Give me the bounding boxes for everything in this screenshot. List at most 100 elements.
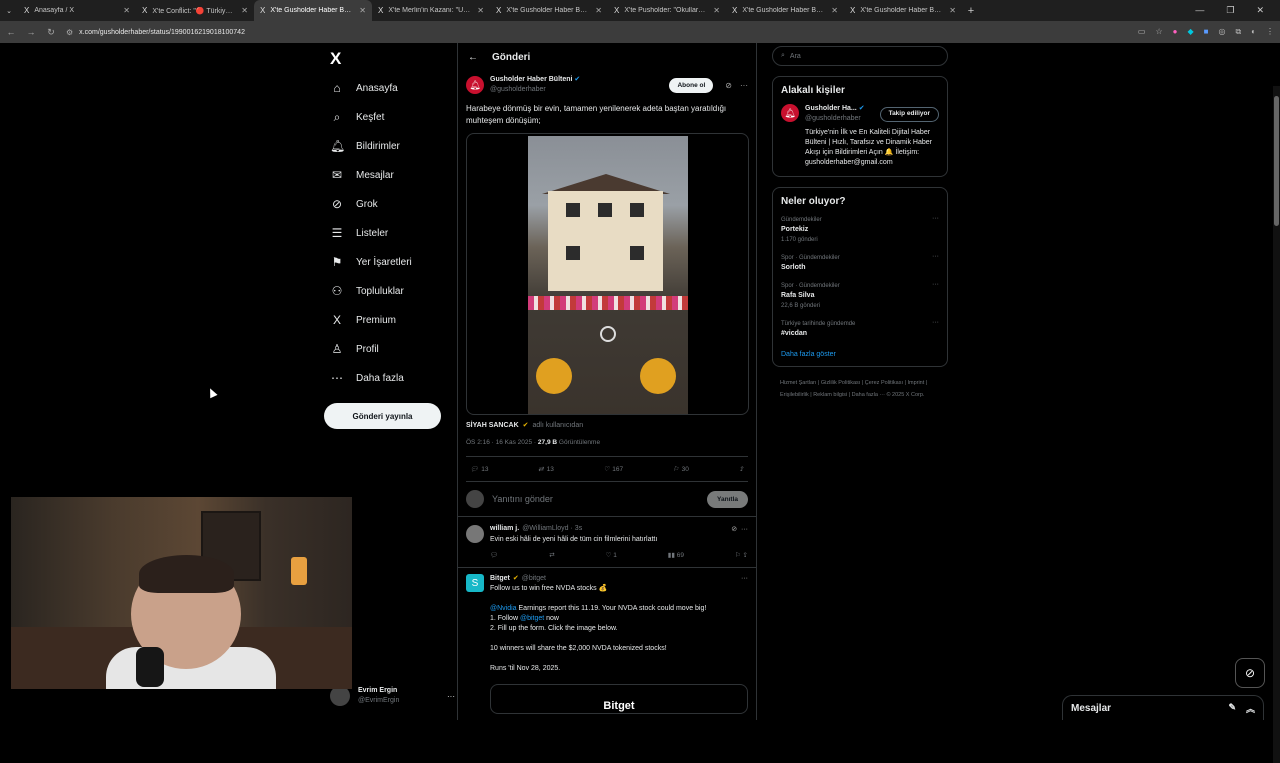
trend-name[interactable]: Rafa Silva (781, 291, 840, 301)
trend-item[interactable]: Gündemdekiler Portekiz 1.170 gönderi ··· (781, 215, 939, 245)
browser-tab[interactable]: X X'te Pusholder: "Okullarda ara ✕ (608, 0, 726, 21)
nav-item-daha-fazla[interactable]: ⋯ Daha fazla (330, 368, 404, 388)
tab-title[interactable]: X'te Conflict: "🔴 Türkiye geneli (152, 7, 236, 15)
extension-icon[interactable]: ■ (1204, 27, 1209, 37)
bookmark-share-icons[interactable]: ⚐ ⇪ (735, 551, 748, 559)
more-icon[interactable]: ··· (447, 692, 455, 701)
close-tab-icon[interactable]: ✕ (241, 6, 248, 15)
nav-item-bildirimler[interactable]: 🔔︎ Bildirimler (330, 136, 400, 156)
nav-item-grok[interactable]: ⊘ Grok (330, 194, 378, 214)
chevron-up-icon[interactable]: ︽ (1246, 702, 1255, 715)
reply-submit-button[interactable]: Yanıtla (707, 490, 748, 508)
reply-tweet[interactable]: william j. @WilliamLloyd · 3s ⊘ ··· Evin… (458, 517, 756, 568)
trend-item[interactable]: Spor · Gündemdekiler Rafa Silva 22,6 B gön… (781, 281, 939, 311)
forward-icon[interactable]: → (26, 27, 36, 37)
tweet-video[interactable] (466, 133, 749, 415)
browser-tab[interactable]: X X'te Gusholder Haber Bülteni: ✕ (254, 0, 372, 21)
reply-button[interactable]: 💬︎ 13 (470, 465, 489, 474)
url-text[interactable]: x.com/gusholderhaber/status/199001621901… (79, 29, 245, 36)
nav-label[interactable]: Topluluklar (356, 286, 404, 297)
nav-label[interactable]: Keşfet (356, 112, 384, 123)
grok-icon[interactable]: ⊘ (725, 81, 732, 90)
close-tab-icon[interactable]: ✕ (595, 6, 602, 15)
ad-card[interactable]: Bitget (490, 684, 748, 714)
nav-item-topluluklar[interactable]: ⚇ Topluluklar (330, 281, 404, 301)
browser-tab[interactable]: X X'te Gusholder Haber Bülteni: ✕ (844, 0, 962, 21)
browser-tab[interactable]: X Anasayfa / X ✕ (18, 0, 136, 21)
trend-name[interactable]: Portekiz (781, 225, 822, 235)
footer-links[interactable]: Hizmet Şartları | Gizlilik Politikası | … (772, 377, 948, 401)
trend-name[interactable]: Sorloth (781, 263, 840, 273)
tab-title[interactable]: X'te Pusholder: "Okullarda ara (624, 7, 708, 14)
nav-item-profil[interactable]: ♙ Profil (330, 339, 379, 359)
more-icon[interactable]: ··· (740, 81, 748, 90)
tweet-author-handle[interactable]: @gusholderhaber (490, 85, 580, 95)
nav-label[interactable]: Mesajlar (356, 170, 394, 181)
close-window-icon[interactable]: ✕ (1256, 5, 1264, 16)
browser-tab[interactable]: X X'te Gusholder Haber Bülteni: ✕ (490, 0, 608, 21)
trend-item[interactable]: Türkiye tarihinde gündemde #vicdan ··· (781, 319, 939, 339)
menu-icon[interactable]: ⋮ (1266, 27, 1274, 37)
close-tab-icon[interactable]: ✕ (359, 6, 366, 15)
tweet-author-name[interactable]: Gusholder Haber Bülteni (490, 76, 572, 83)
reply-input[interactable]: Yanıtını gönder (492, 494, 699, 504)
nav-item-premium[interactable]: X Premium (330, 310, 396, 330)
site-info-icon[interactable]: ⚙ (66, 28, 73, 37)
search-input[interactable]: ⌕ Ara (772, 46, 948, 66)
reload-icon[interactable]: ↻ (46, 27, 56, 38)
close-tab-icon[interactable]: ✕ (123, 6, 130, 15)
tab-title[interactable]: X'te Gusholder Haber Bülteni: (860, 7, 944, 14)
browser-tab[interactable]: X X'te Conflict: "🔴 Türkiye geneli ✕ (136, 0, 254, 21)
new-message-icon[interactable]: ✎ (1228, 702, 1236, 715)
more-icon[interactable]: ··· (741, 574, 748, 584)
tab-title[interactable]: Anasayfa / X (34, 7, 118, 14)
back-arrow-icon[interactable]: ← (468, 52, 478, 63)
show-more-link[interactable]: Daha fazla göster (781, 351, 939, 358)
nav-item-yer-i-aretleri[interactable]: ⚑ Yer İşaretleri (330, 252, 412, 272)
subscribe-button[interactable]: Abone ol (669, 77, 714, 93)
nav-label[interactable]: Profil (356, 344, 379, 355)
profile-icon[interactable]: ◐ (1251, 27, 1256, 37)
following-button[interactable]: Takip ediliyor (879, 106, 939, 122)
close-tab-icon[interactable]: ✕ (949, 6, 956, 15)
close-tab-icon[interactable]: ✕ (477, 6, 484, 15)
scrollbar[interactable] (1273, 86, 1280, 763)
views-button[interactable]: ▮▮ 69 (668, 551, 684, 559)
more-icon[interactable]: ··· (932, 281, 939, 311)
cast-icon[interactable]: ▭ (1138, 27, 1146, 37)
promoted-tweet[interactable]: S Bitget ✔ @bitget ··· Follow us to win … (458, 568, 756, 720)
nav-item-ke-fet[interactable]: ⌕ Keşfet (330, 107, 385, 127)
url-field[interactable]: ⚙ x.com/gusholderhaber/status/1990016219… (66, 28, 1128, 37)
bookmark-star-icon[interactable]: ☆ (1155, 27, 1162, 37)
nav-item-anasayfa[interactable]: ⌂ Anasayfa (330, 78, 398, 98)
new-tab-button[interactable]: + (962, 5, 980, 17)
tab-title[interactable]: X'te Gusholder Haber Bülteni: (742, 7, 826, 14)
tab-title[interactable]: X'te Gusholder Haber Bülteni: (506, 7, 590, 14)
x-logo-icon[interactable]: X (330, 49, 341, 69)
messages-drawer[interactable]: Mesajlar ✎ ︽ (1062, 695, 1264, 720)
back-icon[interactable]: ← (6, 27, 16, 37)
nav-label[interactable]: Anasayfa (356, 83, 398, 94)
reply-icon[interactable]: 💬︎ (490, 551, 498, 559)
nav-item-mesajlar[interactable]: ✉ Mesajlar (330, 165, 394, 185)
tab-title[interactable]: X'te Gusholder Haber Bülteni: (270, 7, 354, 14)
nav-item-listeler[interactable]: ☰ Listeler (330, 223, 389, 243)
close-tab-icon[interactable]: ✕ (713, 6, 720, 15)
close-tab-icon[interactable]: ✕ (831, 6, 838, 15)
nav-label[interactable]: Listeler (356, 228, 388, 239)
browser-tab[interactable]: X X'te Gusholder Haber Bülteni: ✕ (726, 0, 844, 21)
browser-tab[interactable]: X X'te Merlin'in Kazanı: "Uzun sür ✕ (372, 0, 490, 21)
tab-title[interactable]: X'te Merlin'in Kazanı: "Uzun sür (388, 7, 472, 14)
avatar[interactable] (466, 525, 484, 543)
extension-icon[interactable]: ◎ (1218, 27, 1225, 37)
account-switcher[interactable]: Evrim Ergin @EvrimErgin ··· (330, 686, 455, 706)
like-button[interactable]: ♡ 167 (603, 465, 623, 474)
grok-icon[interactable]: ⊘ ··· (731, 525, 748, 533)
trend-name[interactable]: #vicdan (781, 329, 855, 339)
post-button[interactable]: Gönderi yayınla (324, 403, 441, 429)
bell-avatar-icon[interactable]: 🔔︎ (781, 104, 799, 122)
nav-label[interactable]: Premium (356, 315, 396, 326)
retweet-icon[interactable]: ⇄ (549, 551, 554, 559)
trend-item[interactable]: Spor · Gündemdekiler Sorloth ··· (781, 253, 939, 273)
bell-avatar-icon[interactable]: 🔔︎ (466, 76, 484, 94)
